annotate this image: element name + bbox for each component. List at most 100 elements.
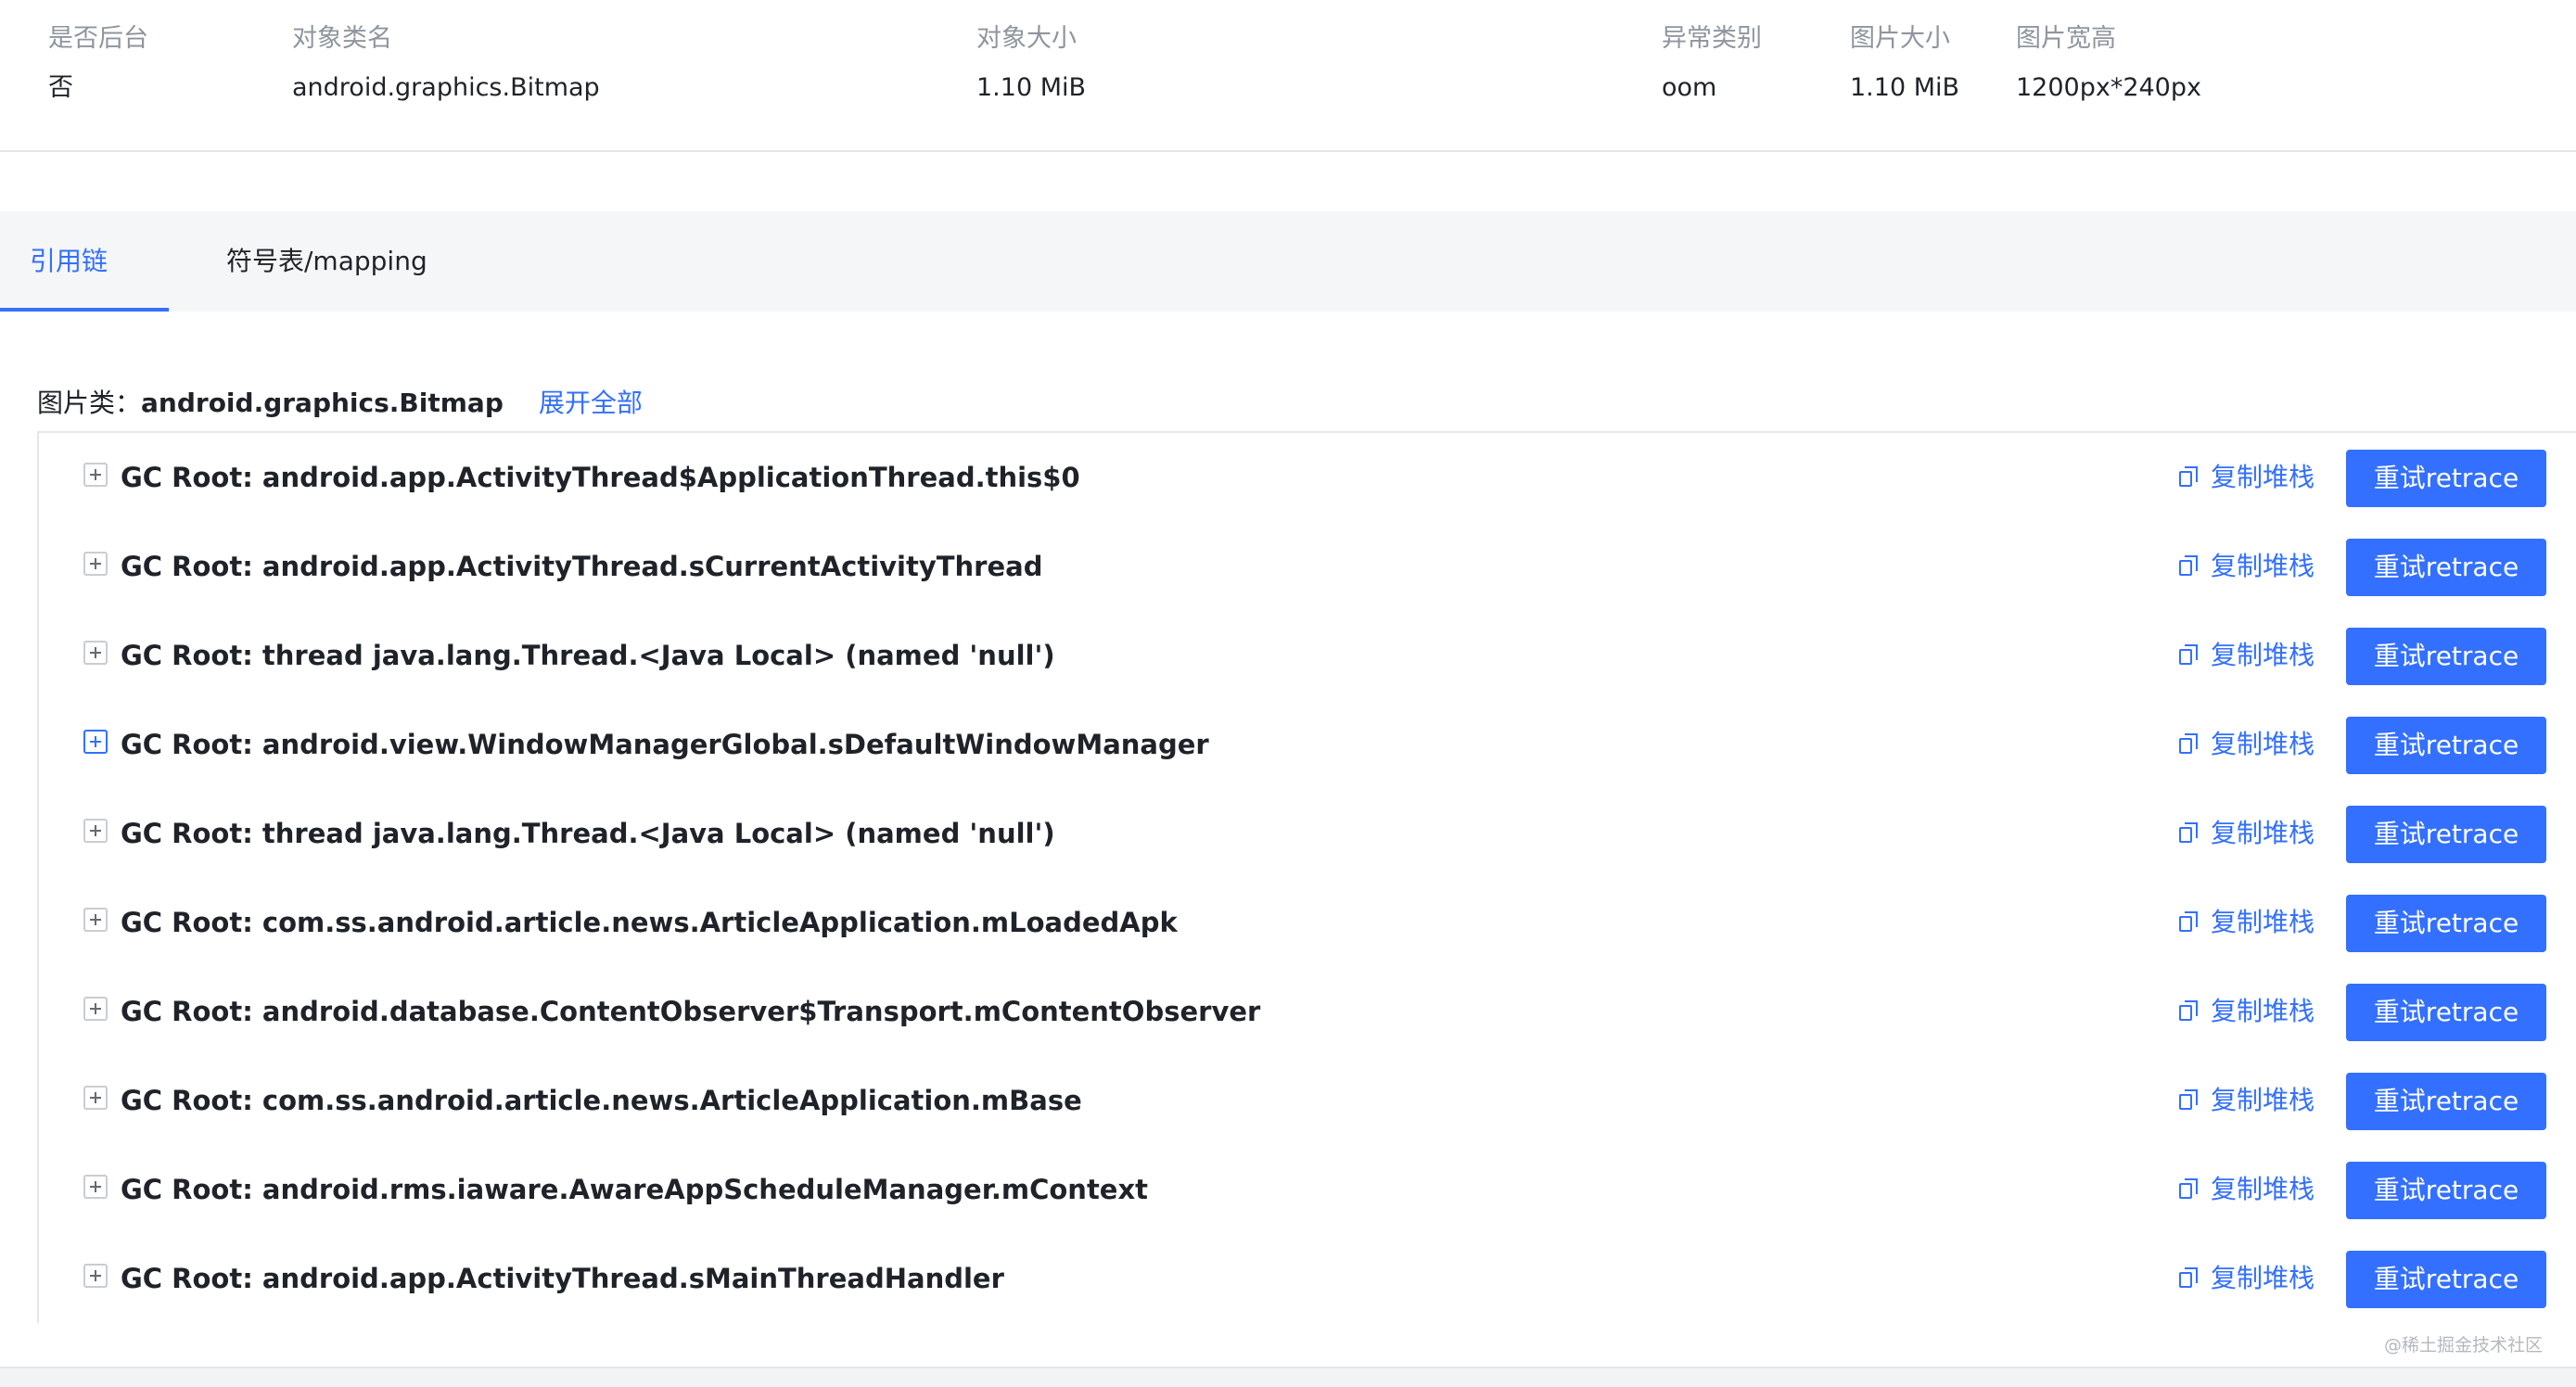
page: 是否后台 否 对象类名 android.graphics.Bitmap 对象大小… [0, 0, 2576, 1387]
tab-symbol-mapping[interactable]: 符号表/mapping [226, 211, 427, 312]
copy-stack-label: 复制堆栈 [2211, 551, 2315, 581]
info-value-image-dimensions: 1200px*240px [2016, 73, 2201, 102]
copy-stack-label: 复制堆栈 [2211, 1263, 2315, 1293]
copy-stack-label: 复制堆栈 [2211, 818, 2315, 848]
tree-row: GC Root: android.app.ActivityThread.sCur… [39, 522, 2576, 611]
tree-row: GC Root: com.ss.android.article.news.Art… [39, 878, 2576, 967]
copy-icon [2179, 1089, 2200, 1112]
copy-stack-button[interactable]: 复制堆栈 [2179, 987, 2315, 1036]
plus-square-icon[interactable] [83, 730, 108, 754]
tree-row: GC Root: android.database.ContentObserve… [39, 967, 2576, 1056]
image-class-value: android.graphics.Bitmap [141, 388, 504, 418]
copy-stack-button[interactable]: 复制堆栈 [2179, 809, 2315, 858]
plus-square-icon[interactable] [83, 552, 108, 576]
copy-stack-label: 复制堆栈 [2211, 907, 2315, 937]
tree-row-title[interactable]: GC Root: android.view.WindowManagerGloba… [121, 700, 1209, 789]
copy-stack-label: 复制堆栈 [2211, 462, 2315, 492]
plus-square-icon[interactable] [83, 641, 108, 665]
copy-icon [2179, 644, 2200, 667]
tree-row-title[interactable]: GC Root: android.app.ActivityThread.sMai… [121, 1234, 1004, 1323]
copy-stack-button[interactable]: 复制堆栈 [2179, 898, 2315, 947]
tab-reference-chain-label: 引用链 [30, 246, 108, 276]
copy-icon [2179, 1000, 2200, 1023]
plus-square-icon[interactable] [83, 1175, 108, 1199]
tree-row: GC Root: android.view.WindowManagerGloba… [39, 700, 2576, 789]
tree-row: GC Root: android.app.ActivityThread$Appl… [39, 433, 2576, 522]
retry-retrace-button[interactable]: 重试retrace [2346, 717, 2546, 774]
plus-square-icon[interactable] [83, 908, 108, 932]
tree-row-title[interactable]: GC Root: android.app.ActivityThread$Appl… [121, 433, 1080, 522]
copy-stack-label: 复制堆栈 [2211, 996, 2315, 1026]
copy-stack-button[interactable]: 复制堆栈 [2179, 1165, 2315, 1214]
copy-stack-button[interactable]: 复制堆栈 [2179, 631, 2315, 680]
tree-row-title[interactable]: GC Root: com.ss.android.article.news.Art… [121, 1056, 1082, 1145]
tab-reference-chain[interactable]: 引用链 [0, 211, 169, 312]
copy-stack-label: 复制堆栈 [2211, 640, 2315, 670]
image-class-label: 图片类： [37, 388, 142, 418]
tab-symbol-mapping-label: 符号表/mapping [226, 246, 427, 276]
tree-row-title[interactable]: GC Root: com.ss.android.article.news.Art… [121, 878, 1178, 967]
copy-stack-label: 复制堆栈 [2211, 1085, 2315, 1115]
plus-square-icon[interactable] [83, 819, 108, 843]
retry-retrace-button[interactable]: 重试retrace [2346, 895, 2546, 952]
copy-stack-button[interactable]: 复制堆栈 [2179, 542, 2315, 591]
info-value-class-name: android.graphics.Bitmap [292, 73, 600, 102]
copy-icon [2179, 466, 2200, 489]
tree-row: GC Root: thread java.lang.Thread.<Java L… [39, 611, 2576, 700]
retry-retrace-button[interactable]: 重试retrace [2346, 450, 2546, 507]
tree-row: GC Root: thread java.lang.Thread.<Java L… [39, 789, 2576, 878]
copy-icon [2179, 555, 2200, 578]
info-col-class-name: 对象类名 android.graphics.Bitmap [292, 20, 600, 107]
copy-icon [2179, 1267, 2200, 1290]
info-col-exception-type: 异常类别 oom [1662, 20, 1762, 107]
image-class-header: 图片类：android.graphics.Bitmap 展开全部 [37, 380, 643, 426]
info-label-exception-type: 异常类别 [1662, 24, 1762, 53]
plus-square-icon[interactable] [83, 1086, 108, 1110]
retry-retrace-button[interactable]: 重试retrace [2346, 1162, 2546, 1219]
info-value-exception-type: oom [1662, 73, 1717, 102]
info-col-object-size: 对象大小 1.10 MiB [976, 20, 1086, 107]
tree-row: GC Root: android.app.ActivityThread.sMai… [39, 1234, 2576, 1323]
copy-stack-button[interactable]: 复制堆栈 [2179, 453, 2315, 502]
info-label-image-dimensions: 图片宽高 [2016, 24, 2116, 53]
info-col-image-dimensions: 图片宽高 1200px*240px [2016, 20, 2201, 107]
info-label-background: 是否后台 [48, 24, 148, 53]
object-info-panel: 是否后台 否 对象类名 android.graphics.Bitmap 对象大小… [0, 0, 2576, 152]
copy-icon [2179, 733, 2200, 756]
tree-row: GC Root: android.rms.iaware.AwareAppSche… [39, 1145, 2576, 1234]
plus-square-icon[interactable] [83, 463, 108, 487]
copy-stack-button[interactable]: 复制堆栈 [2179, 1076, 2315, 1125]
info-value-object-size: 1.10 MiB [976, 73, 1087, 102]
expand-all-link[interactable]: 展开全部 [539, 388, 643, 418]
copy-icon [2179, 822, 2200, 845]
copy-icon [2179, 1178, 2200, 1201]
tree-row-title[interactable]: GC Root: thread java.lang.Thread.<Java L… [121, 611, 1055, 700]
copy-stack-label: 复制堆栈 [2211, 1174, 2315, 1204]
info-col-background: 是否后台 否 [48, 20, 148, 107]
retry-retrace-button[interactable]: 重试retrace [2346, 539, 2546, 596]
tree-row-title[interactable]: GC Root: android.app.ActivityThread.sCur… [121, 522, 1042, 611]
info-value-image-size: 1.10 MiB [1850, 73, 1960, 102]
footer-strip [0, 1367, 2576, 1387]
tree-row-title[interactable]: GC Root: android.database.ContentObserve… [121, 967, 1260, 1056]
retry-retrace-button[interactable]: 重试retrace [2346, 628, 2546, 685]
retry-retrace-button[interactable]: 重试retrace [2346, 1073, 2546, 1130]
plus-square-icon[interactable] [83, 1264, 108, 1288]
watermark-credit: @稀土掘金技术社区 [2383, 1335, 2543, 1355]
tabs-bar: 引用链 符号表/mapping [0, 211, 2576, 312]
plus-square-icon[interactable] [83, 997, 108, 1021]
gc-root-tree: GC Root: android.app.ActivityThread$Appl… [37, 431, 2576, 1323]
tree-row-title[interactable]: GC Root: android.rms.iaware.AwareAppSche… [121, 1145, 1148, 1234]
retry-retrace-button[interactable]: 重试retrace [2346, 984, 2546, 1041]
copy-stack-label: 复制堆栈 [2211, 729, 2315, 759]
info-label-object-size: 对象大小 [976, 24, 1077, 53]
copy-stack-button[interactable]: 复制堆栈 [2179, 720, 2315, 769]
info-label-class-name: 对象类名 [292, 24, 392, 53]
info-col-image-size: 图片大小 1.10 MiB [1850, 20, 1959, 107]
tab-active-indicator [0, 308, 169, 312]
retry-retrace-button[interactable]: 重试retrace [2346, 1251, 2546, 1308]
retry-retrace-button[interactable]: 重试retrace [2346, 806, 2546, 863]
copy-stack-button[interactable]: 复制堆栈 [2179, 1254, 2315, 1303]
tree-row-title[interactable]: GC Root: thread java.lang.Thread.<Java L… [121, 789, 1055, 878]
info-value-background: 否 [48, 73, 73, 102]
